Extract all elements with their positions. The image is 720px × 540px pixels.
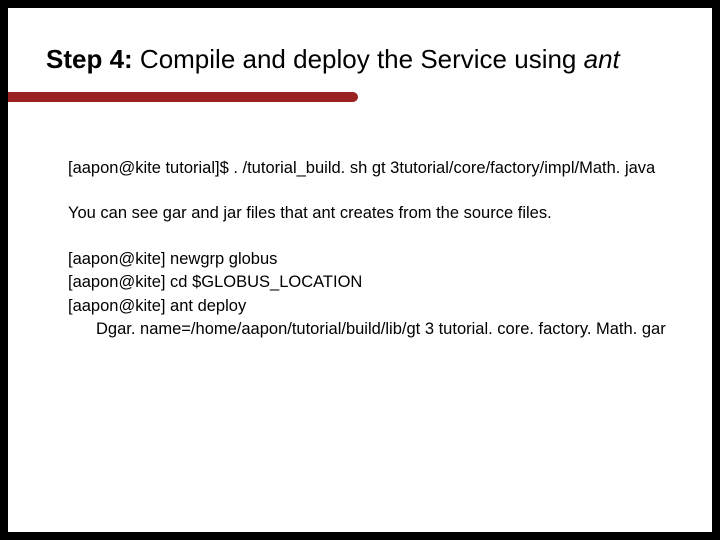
command-line-1: [aapon@kite tutorial]$ . /tutorial_build…: [68, 158, 682, 179]
title-step: Step 4:: [46, 44, 133, 74]
cmd-newgrp: [aapon@kite] newgrp globus: [68, 249, 682, 270]
title-text: Compile and deploy the Service using: [133, 44, 584, 74]
title-italic: ant: [584, 44, 620, 74]
slide-body: [aapon@kite tutorial]$ . /tutorial_build…: [68, 158, 682, 343]
cmd-ant-deploy: [aapon@kite] ant deploy: [68, 296, 682, 317]
divider-bar: [8, 92, 358, 102]
divider: [8, 92, 358, 102]
cmd-dgar: Dgar. name=/home/aapon/tutorial/build/li…: [68, 319, 682, 340]
slide-title: Step 4: Compile and deploy the Service u…: [46, 44, 692, 75]
slide: Step 4: Compile and deploy the Service u…: [0, 0, 720, 540]
cmd-cd: [aapon@kite] cd $GLOBUS_LOCATION: [68, 272, 682, 293]
body-note: You can see gar and jar files that ant c…: [68, 203, 682, 224]
command-block: [aapon@kite] newgrp globus [aapon@kite] …: [68, 249, 682, 341]
